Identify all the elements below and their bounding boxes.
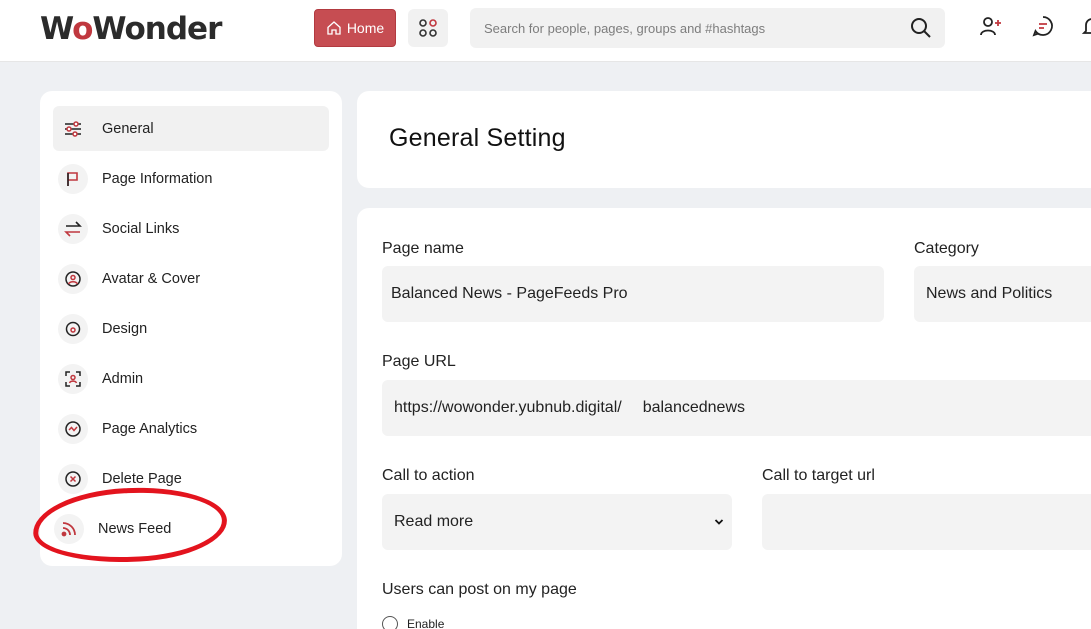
apps-grid-icon	[419, 19, 437, 37]
search-bar	[470, 8, 945, 48]
sidebar-item-avatar-cover[interactable]: Avatar & Cover	[53, 256, 329, 301]
sidebar-item-page-information[interactable]: Page Information	[53, 156, 329, 201]
sidebar-item-general[interactable]: General	[53, 106, 329, 151]
home-button[interactable]: Home	[314, 9, 396, 47]
category-select[interactable]: News and Politics	[914, 266, 1091, 322]
call-to-action-value: Read more	[394, 513, 474, 530]
page-name-value: Balanced News - PageFeeds Pro	[391, 285, 628, 302]
chevron-down-icon	[714, 519, 724, 525]
arrows-swap-icon	[58, 213, 88, 244]
enable-radio-label: Enable	[407, 617, 445, 629]
search-input[interactable]	[484, 8, 894, 48]
analytics-icon	[58, 413, 88, 444]
add-friend-icon[interactable]	[979, 14, 1003, 38]
notifications-icon[interactable]	[1080, 14, 1091, 38]
sidebar-item-label: Page Information	[102, 170, 213, 187]
category-label: Category	[914, 240, 979, 257]
call-to-target-label: Call to target url	[762, 467, 875, 484]
palette-icon	[58, 313, 88, 344]
sidebar-item-label: Delete Page	[102, 470, 182, 487]
sidebar-item-design[interactable]: Design	[53, 306, 329, 351]
page-title: General Setting	[389, 124, 566, 152]
category-value: News and Politics	[926, 285, 1053, 302]
sidebar-item-label: Avatar & Cover	[102, 270, 201, 287]
user-scan-icon	[58, 363, 88, 394]
sidebar-item-page-analytics[interactable]: Page Analytics	[53, 406, 329, 451]
top-navigation-bar: WoWonder Home	[0, 0, 1091, 62]
call-to-action-label: Call to action	[382, 467, 475, 484]
sidebar-item-label: General	[102, 120, 154, 137]
sidebar-item-label: Page Analytics	[102, 420, 198, 437]
flag-icon	[58, 163, 88, 194]
sidebar-item-delete-page[interactable]: Delete Page	[53, 456, 329, 501]
home-icon	[327, 21, 341, 35]
sidebar-item-social-links[interactable]: Social Links	[53, 206, 329, 251]
settings-sidebar: General Page Information Social Links Av…	[40, 91, 342, 566]
rss-icon	[54, 513, 84, 544]
call-to-target-input[interactable]	[762, 494, 1091, 550]
messages-icon[interactable]	[1031, 14, 1055, 38]
sidebar-item-news-feed[interactable]: News Feed	[49, 506, 325, 551]
sidebar-item-label: Design	[102, 320, 148, 337]
page-name-label: Page name	[382, 240, 464, 257]
page-url-field[interactable]: https://wowonder.yubnub.digital/ balance…	[382, 380, 1091, 436]
image-icon	[58, 263, 88, 294]
title-card: General Setting	[357, 91, 1091, 188]
enable-radio[interactable]	[382, 616, 398, 629]
apps-menu-button[interactable]	[408, 9, 448, 47]
page-url-prefix: https://wowonder.yubnub.digital/	[394, 399, 622, 416]
sidebar-item-label: News Feed	[98, 520, 172, 537]
delete-circle-icon	[58, 463, 88, 494]
page-name-field[interactable]: Balanced News - PageFeeds Pro	[382, 266, 884, 322]
home-button-label: Home	[346, 20, 385, 36]
wowonder-logo[interactable]: WoWonder	[40, 8, 222, 50]
sidebar-item-admin[interactable]: Admin	[53, 356, 329, 401]
sidebar-item-label: Social Links	[102, 220, 180, 237]
call-to-action-select[interactable]: Read more	[382, 494, 732, 550]
page-url-label: Page URL	[382, 353, 456, 370]
sidebar-item-label: Admin	[102, 370, 144, 387]
sliders-icon	[58, 114, 88, 144]
page-url-value: balancednews	[642, 399, 745, 416]
users-can-post-label: Users can post on my page	[382, 581, 577, 598]
search-icon[interactable]	[909, 16, 933, 40]
